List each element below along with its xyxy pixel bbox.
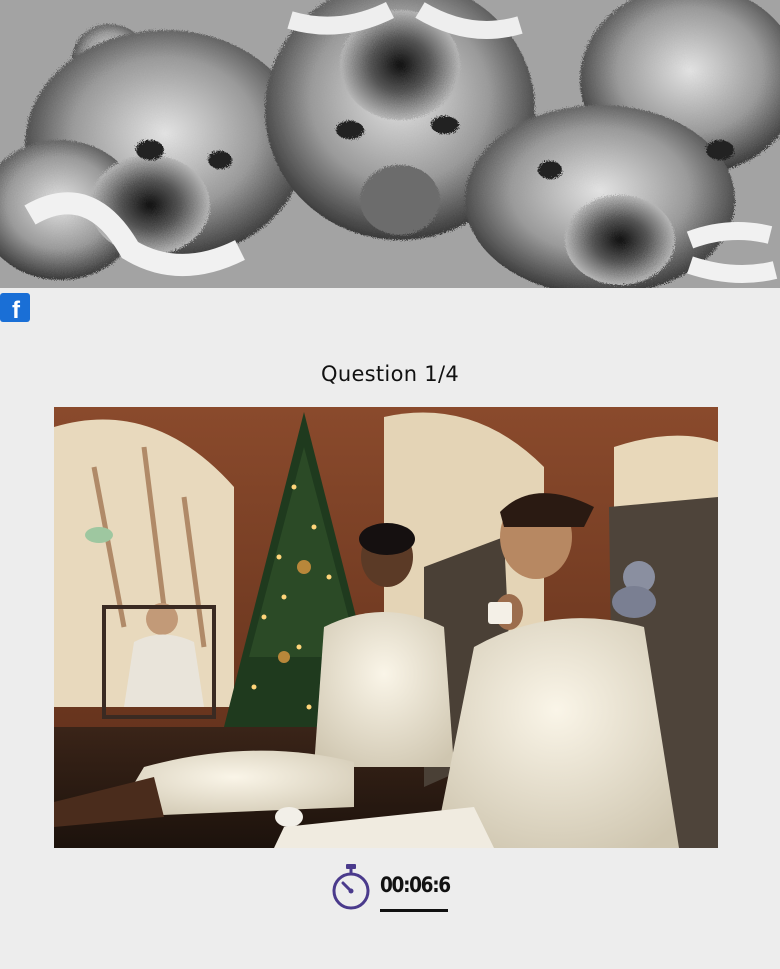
question-counter: Question 1/4 — [321, 362, 459, 386]
quiz-timer: 00:06:6 — [330, 862, 460, 918]
teddy-bears-banner — [0, 0, 780, 288]
timer-underline — [380, 909, 448, 912]
facebook-share-button[interactable]: f — [0, 293, 30, 324]
facebook-icon: f — [12, 297, 20, 324]
stopwatch-icon — [332, 864, 370, 910]
timer-value: 00:06:6 — [380, 873, 451, 897]
spa-christmas-photo — [54, 407, 718, 848]
